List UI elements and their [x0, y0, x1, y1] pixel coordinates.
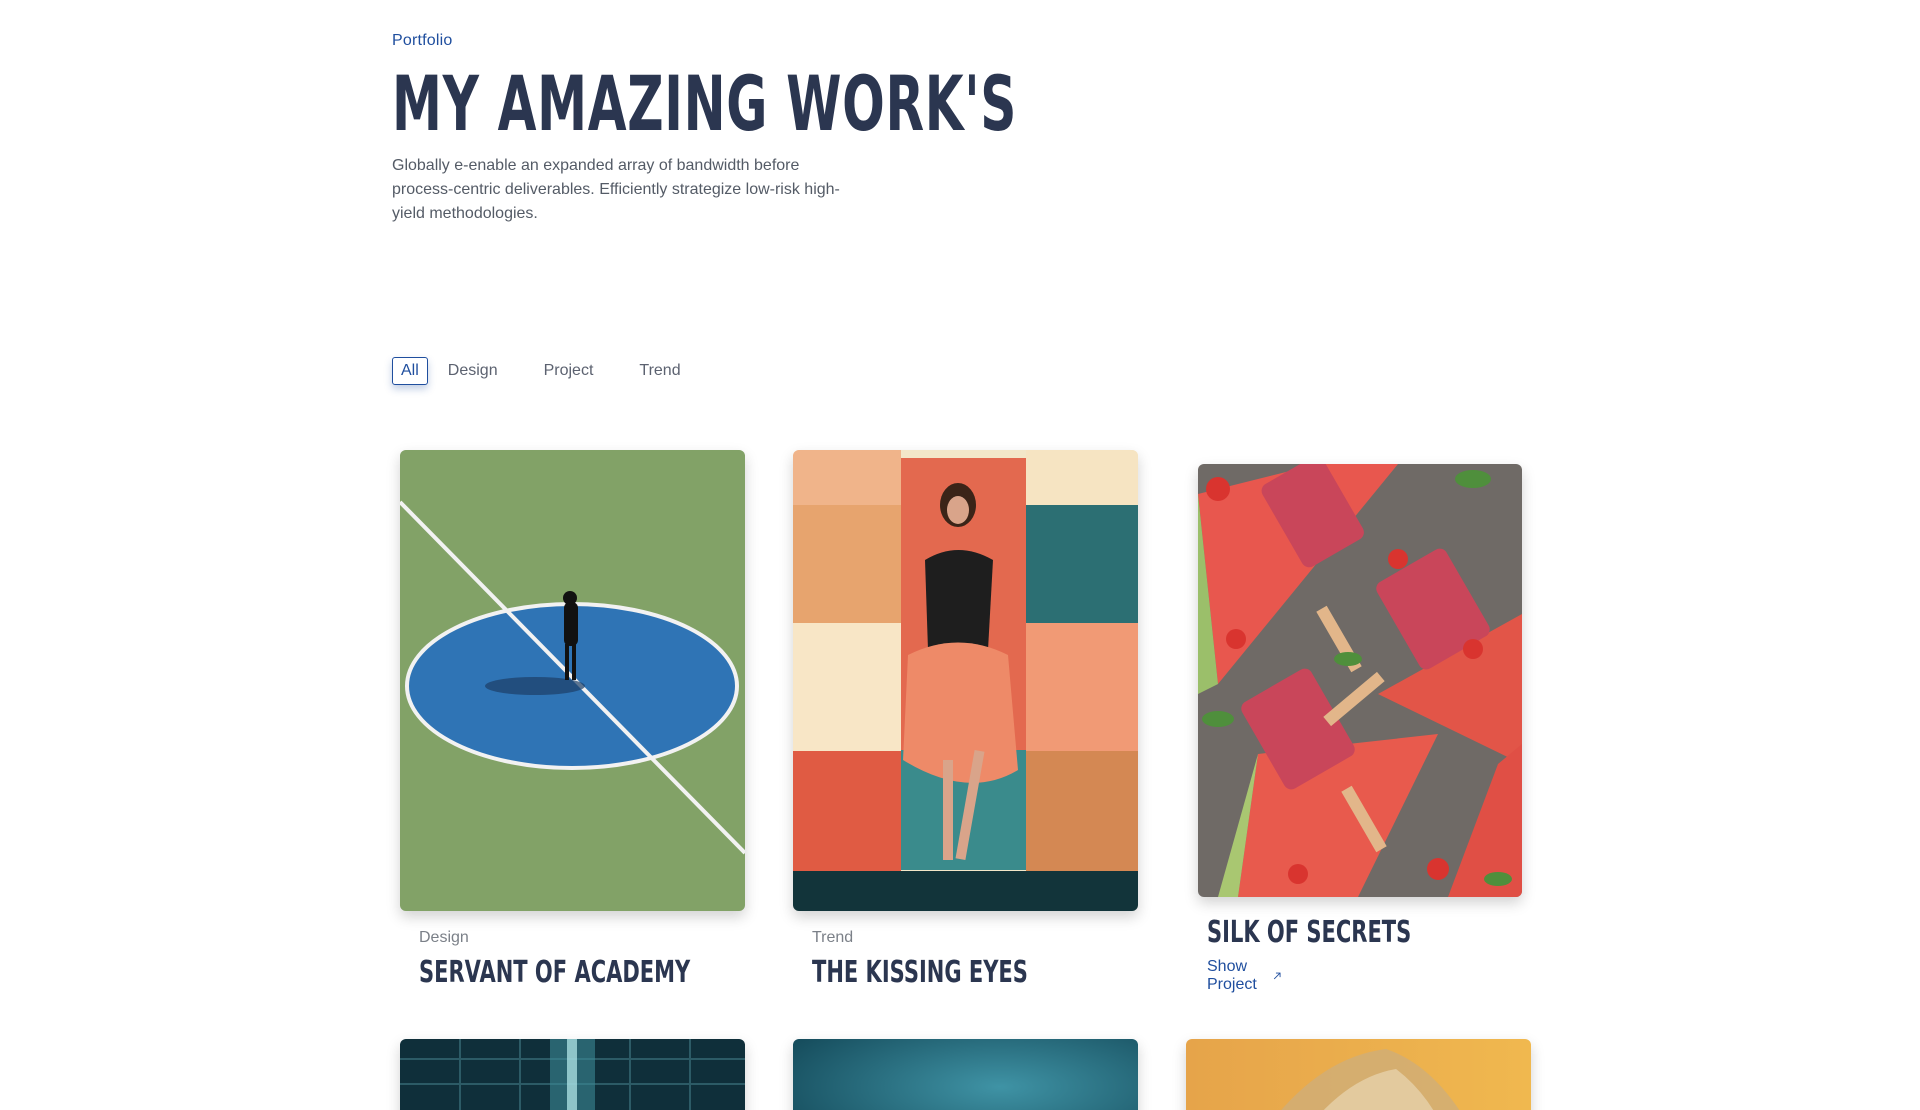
card-title[interactable]: SERVANT OF ACADEMY: [419, 955, 690, 991]
show-project-label: Show Project: [1207, 958, 1257, 993]
card-image-basketball-court[interactable]: [400, 450, 745, 911]
filter-tabs: All Design Project Trend: [392, 357, 719, 385]
card-category: Design: [419, 929, 469, 946]
card-image-woman-colorful-wall[interactable]: [793, 450, 1138, 911]
section-kicker: Portfolio: [392, 32, 453, 49]
arrow-up-right-icon: [1273, 972, 1281, 980]
card-image-golden-sand[interactable]: [1186, 1039, 1531, 1110]
card-image-watermelon-popsicles[interactable]: [1198, 464, 1522, 897]
filter-tab-design[interactable]: Design: [440, 358, 506, 384]
card-title[interactable]: SILK OF SECRETS: [1207, 915, 1411, 951]
card-category: Trend: [812, 929, 854, 946]
show-project-link[interactable]: Show Project: [1207, 958, 1281, 994]
card-title[interactable]: THE KISSING EYES: [812, 955, 1028, 991]
page-title: MY AMAZING WORK'S: [392, 59, 1018, 148]
page-description: Globally e-enable an expanded array of b…: [392, 157, 840, 222]
card-image-dark-corridor[interactable]: [400, 1039, 745, 1110]
portfolio-page: Portfolio MY AMAZING WORK'S Globally e-e…: [0, 0, 1920, 1110]
filter-tab-all[interactable]: All: [392, 357, 428, 385]
filter-tab-trend[interactable]: Trend: [631, 358, 688, 384]
filter-tab-project[interactable]: Project: [536, 358, 602, 384]
card-image-teal-abstract[interactable]: [793, 1039, 1138, 1110]
